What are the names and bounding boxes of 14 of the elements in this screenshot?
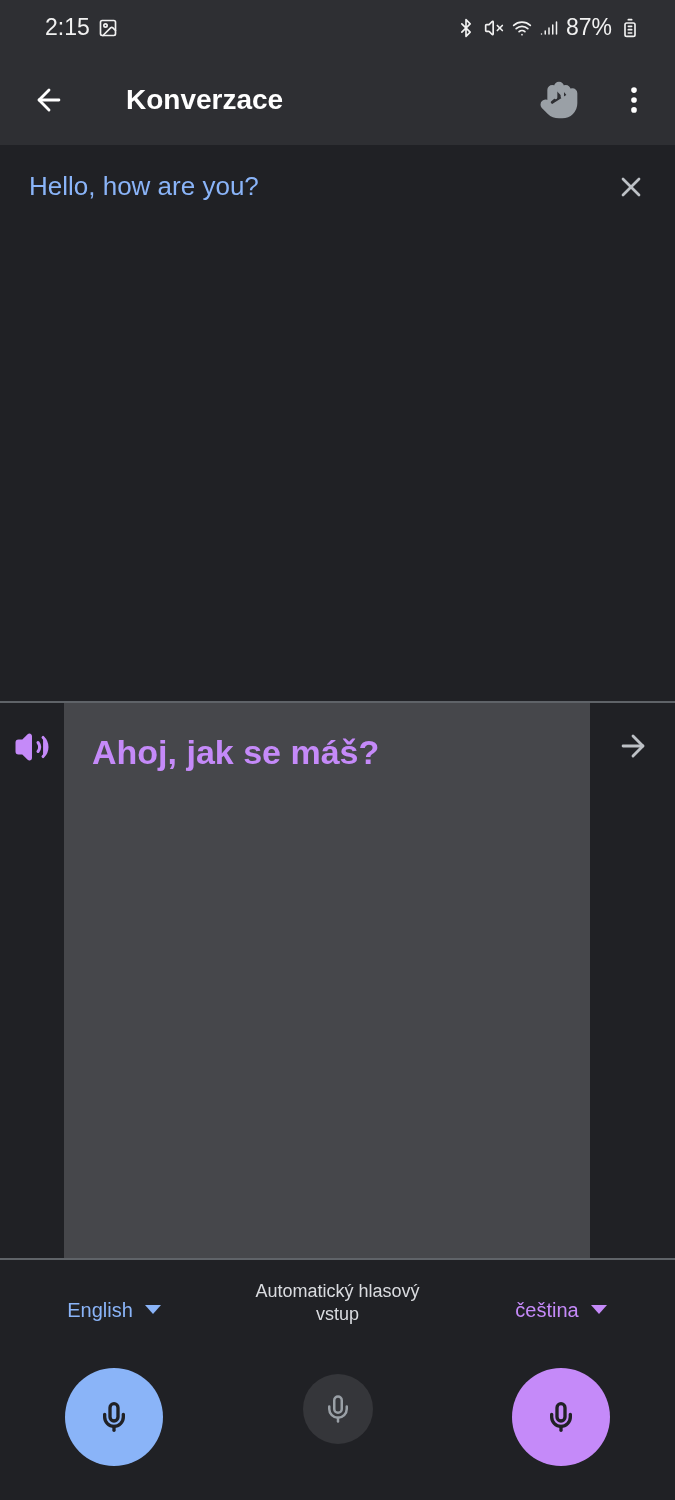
language-selector[interactable]: English [67,1280,161,1340]
mute-icon [483,17,504,38]
source-text: Hello, how are you? [29,170,260,203]
hand-icon[interactable] [539,80,579,120]
status-time: 2:15 [45,13,90,43]
language-selector[interactable]: čeština [515,1280,607,1340]
auto-voice-label: Automatický hlasový vstup [254,1280,421,1326]
battery-percent: 87% [565,13,612,43]
dropdown-icon [590,1305,607,1315]
screen-title: Konverzace [126,83,285,117]
translation-text: Ahoj, jak se máš? [92,733,380,771]
image-icon [97,17,118,38]
signal-icon [539,18,558,37]
dropdown-icon [144,1305,161,1315]
